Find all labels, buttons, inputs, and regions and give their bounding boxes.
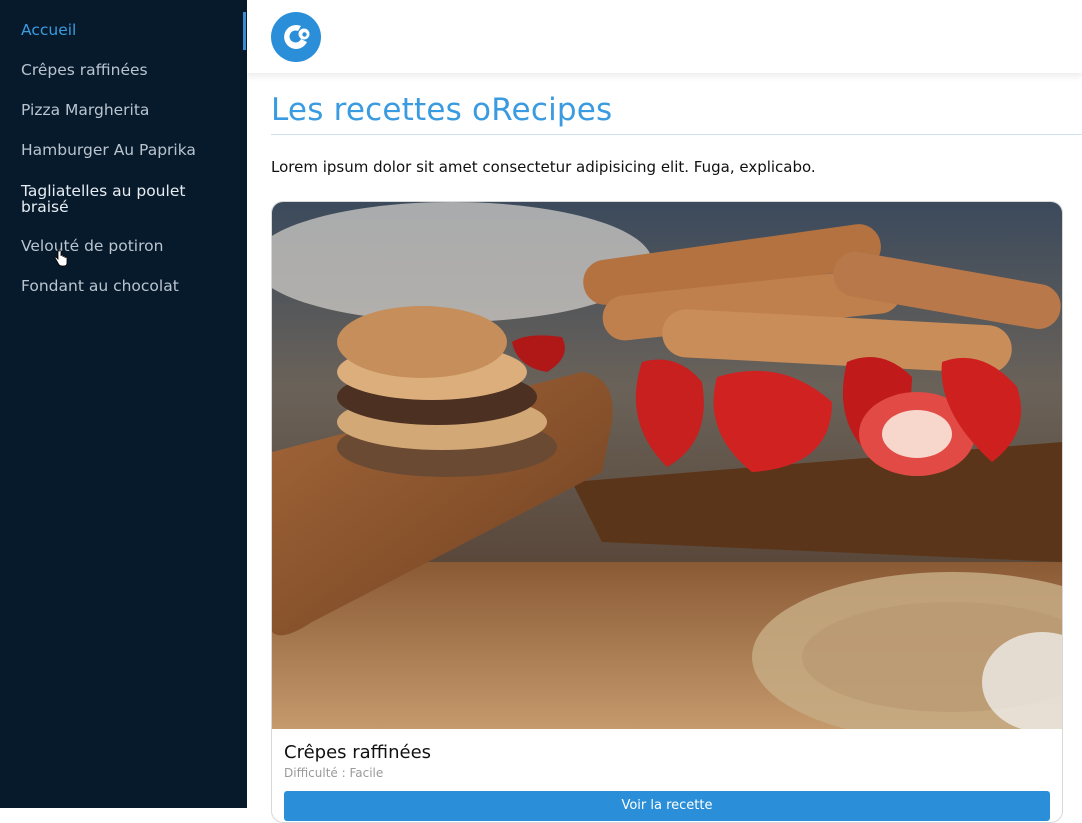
sidebar-item-tagliatelles[interactable]: Tagliatelles au poulet braisé [21,183,226,215]
sidebar-item-hamburger-au-paprika[interactable]: Hamburger Au Paprika [21,142,226,158]
intro-text: Lorem ipsum dolor sit amet consectetur a… [271,158,816,176]
recipe-photo [272,202,1062,729]
sidebar-nav: Accueil Crêpes raffinées Pizza Margherit… [0,0,247,808]
top-header [247,0,1082,73]
main-content: Les recettes oRecipes Lorem ipsum dolor … [247,0,1082,823]
sidebar-item-pizza-margherita[interactable]: Pizza Margherita [21,102,226,118]
orecipes-logo-icon[interactable] [271,12,321,62]
recipe-card: Crêpes raffinées Difficulté : Facile Voi… [271,201,1063,823]
sidebar-item-crepes-raffinees[interactable]: Crêpes raffinées [21,62,226,78]
sidebar-item-accueil[interactable]: Accueil [21,22,226,38]
hand-cursor-icon [54,249,68,267]
view-recipe-button[interactable]: Voir la recette [284,791,1050,821]
recipe-difficulty: Difficulté : Facile [284,766,384,780]
sidebar-item-fondant-au-chocolat[interactable]: Fondant au chocolat [21,278,226,294]
title-divider [271,134,1082,135]
page-title: Les recettes oRecipes [271,92,613,128]
recipe-card-title: Crêpes raffinées [284,742,432,763]
sidebar-item-veloute-de-potiron[interactable]: Velouté de potiron [21,238,226,254]
active-indicator [243,12,246,50]
